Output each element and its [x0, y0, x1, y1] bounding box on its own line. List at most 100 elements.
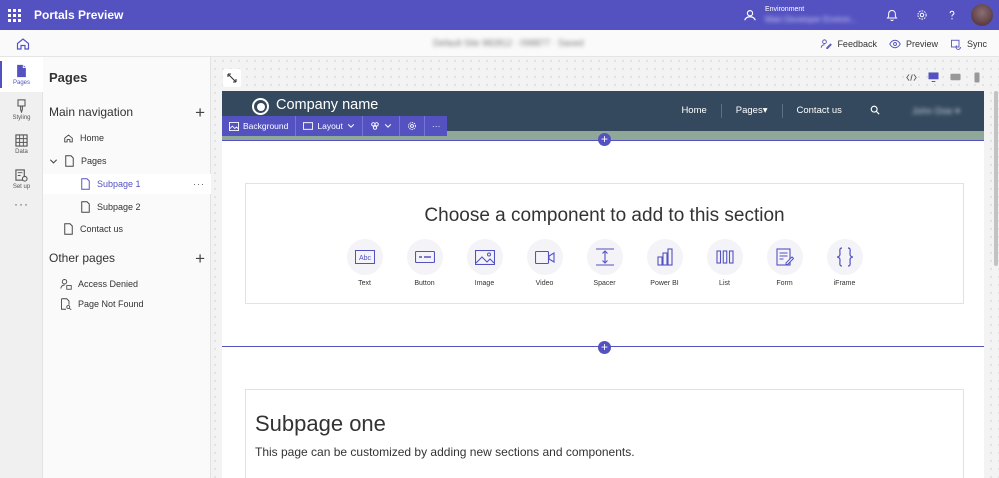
tree-item-subpage-2[interactable]: Subpage 2 [80, 197, 141, 217]
waffle-icon[interactable] [0, 0, 28, 30]
setup-icon [15, 169, 28, 182]
pages-panel: Pages Main navigation + Home Pages Subpa… [43, 57, 211, 478]
component-powerbi[interactable]: Power BI [646, 239, 683, 287]
mobile-icon [974, 72, 980, 82]
home-icon[interactable] [15, 36, 31, 52]
gear-icon[interactable] [907, 0, 937, 30]
mobile-view-button[interactable] [969, 69, 985, 85]
avatar[interactable] [971, 4, 993, 26]
tree-item-pages[interactable]: Pages [49, 151, 107, 171]
text-box-icon: Abc [354, 250, 375, 264]
top-bar: Portals Preview Environment Main Develop… [0, 0, 999, 30]
list-icon [715, 250, 734, 264]
add-main-nav-page-button[interactable]: + [195, 104, 205, 121]
chevron-down-icon[interactable] [49, 157, 58, 166]
add-section-button-top[interactable]: + [598, 133, 611, 146]
component-spacer[interactable]: Spacer [586, 239, 623, 287]
company-name[interactable]: Company name [276, 97, 378, 113]
tree-item-access-denied[interactable]: Access Denied [60, 274, 138, 294]
subpage-description[interactable]: This page can be customized by adding ne… [255, 445, 635, 459]
rail-item-pages[interactable]: Pages [0, 57, 43, 92]
rail-label-data: Data [15, 149, 28, 155]
chooser-title: Choose a component to add to this sectio… [424, 205, 785, 226]
help-icon[interactable] [937, 0, 967, 30]
tree-label-pages: Pages [81, 156, 107, 166]
component-form[interactable]: Form [766, 239, 803, 287]
component-image[interactable]: Image [466, 239, 503, 287]
environment-picker[interactable]: Environment Main Developer Environ... [743, 5, 857, 25]
section-settings-button[interactable] [400, 116, 425, 136]
component-chooser: Choose a component to add to this sectio… [245, 183, 964, 304]
page-more-options-button[interactable]: ··· [193, 179, 205, 189]
preview-label: Preview [905, 38, 938, 49]
layout-button[interactable]: Layout [296, 116, 363, 136]
component-iframe-label: iFrame [833, 280, 856, 287]
subpage-title[interactable]: Subpage one [255, 411, 386, 437]
tree-item-home[interactable]: Home [63, 128, 104, 148]
section-style-button[interactable] [363, 116, 400, 136]
tree-label-page-not-found: Page Not Found [78, 299, 144, 309]
palette-icon [371, 122, 379, 130]
device-view-toggles [903, 69, 985, 85]
environment-label: Environment [764, 6, 805, 13]
left-rail: Pages Styling Data Set up ··· [0, 57, 43, 478]
search-icon[interactable] [856, 105, 894, 118]
tree-item-subpage-1[interactable]: Subpage 1 ··· [43, 174, 211, 194]
rail-item-styling[interactable]: Styling [0, 92, 43, 127]
tree-item-contact-us[interactable]: Contact us [63, 219, 123, 239]
brush-icon [17, 98, 26, 113]
bell-icon[interactable] [877, 0, 907, 30]
image-icon [474, 249, 495, 265]
tree-label-home: Home [80, 133, 105, 143]
subpage-section[interactable]: Subpage one This page can be customized … [245, 389, 964, 478]
command-bar: Default Site 982812 · 098877 · Saved Fee… [0, 30, 999, 57]
chevron-down-icon [384, 124, 392, 128]
rail-item-setup[interactable]: Set up [0, 162, 43, 197]
page-icon [81, 178, 90, 190]
add-other-page-button[interactable]: + [195, 250, 205, 267]
component-form-label: Form [776, 280, 793, 287]
component-list[interactable]: List [706, 239, 743, 287]
tree-label-contact-us: Contact us [80, 224, 124, 234]
sync-button[interactable]: Sync [950, 38, 987, 50]
tree-item-page-not-found[interactable]: Page Not Found [60, 294, 144, 314]
section-more-button[interactable]: ··· [425, 116, 448, 136]
desktop-icon [928, 72, 938, 82]
code-view-button[interactable] [903, 69, 919, 85]
chevron-down-icon [347, 124, 355, 128]
component-video-label: Video [535, 280, 554, 287]
page-icon [65, 155, 74, 167]
component-button[interactable]: Button [406, 239, 443, 287]
component-text[interactable]: Abc Text [346, 239, 383, 287]
site-logo[interactable] [252, 98, 269, 115]
site-nav-contact[interactable]: Contact us [783, 104, 856, 118]
environment-icon [744, 10, 756, 21]
canvas-scrollbar[interactable] [994, 91, 998, 266]
site-nav-pages[interactable]: Pages▾ [722, 104, 783, 118]
section-toolbar: Background Layout ··· [222, 116, 448, 136]
rail-item-data[interactable]: Data [0, 127, 43, 162]
collapse-panel-button[interactable] [223, 69, 241, 87]
rail-more-button[interactable]: ··· [0, 197, 43, 219]
component-image-label: Image [474, 280, 495, 287]
feedback-button[interactable]: Feedback [820, 38, 877, 50]
layout-label: Layout [317, 121, 343, 131]
site-user-menu[interactable]: John Doe ▾ [894, 106, 984, 117]
component-iframe[interactable]: iFrame [826, 239, 863, 287]
tablet-view-button[interactable] [947, 69, 963, 85]
person-lock-icon [60, 279, 72, 290]
component-video[interactable]: Video [526, 239, 563, 287]
background-button[interactable]: Background [222, 116, 297, 136]
preview-button[interactable]: Preview [889, 38, 938, 50]
background-icon [229, 121, 239, 131]
desktop-view-button[interactable] [925, 69, 941, 85]
component-powerbi-label: Power BI [650, 280, 679, 287]
table-icon [15, 134, 28, 147]
tree-label-subpage-2: Subpage 2 [97, 202, 141, 212]
video-icon [534, 250, 555, 264]
site-nav-home[interactable]: Home [667, 104, 722, 118]
add-section-button-bottom[interactable]: + [598, 341, 611, 354]
feedback-label: Feedback [837, 38, 877, 49]
page-icon [17, 64, 26, 77]
site-preview: Company name Home Pages▾ Contact us John… [222, 91, 984, 478]
